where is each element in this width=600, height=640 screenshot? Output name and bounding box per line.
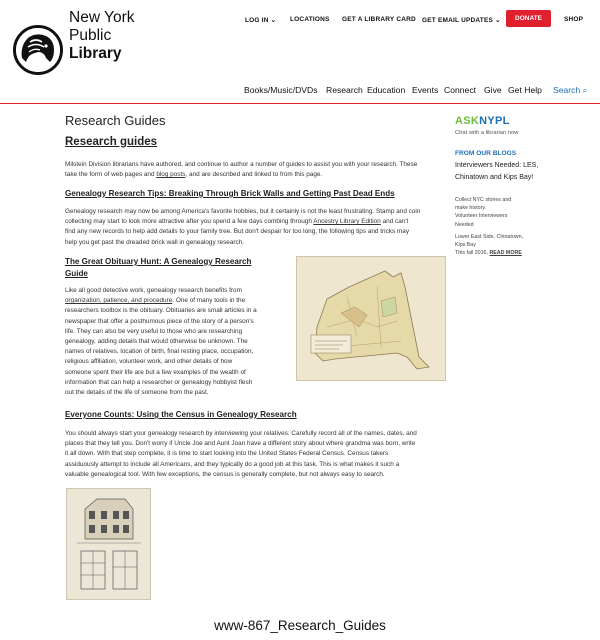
page: New York Public Library LOG IN ⌄ LOCATIO… — [0, 0, 600, 600]
nav-connect[interactable]: Connect — [444, 85, 476, 95]
screenshot-caption: www-867_Research_Guides — [214, 618, 386, 633]
search-icon: ⌕ — [580, 85, 588, 95]
chat-librarian-link[interactable]: Chat with a librarian now — [455, 130, 518, 136]
blogs-heading: FROM OUR BLOGS — [455, 150, 517, 157]
chevron-down-icon: ⌄ — [493, 17, 501, 24]
organization-link[interactable]: organization, patience, and procedure — [65, 297, 172, 304]
login-link[interactable]: LOG IN ⌄ — [245, 16, 276, 24]
obituary-paragraph: Like all good detective work, genealogy … — [65, 287, 257, 397]
genealogy-tips-link[interactable]: Genealogy Research Tips: Breaking Throug… — [65, 188, 395, 200]
shop-link[interactable]: SHOP — [564, 16, 583, 23]
genealogy-paragraph: Genealogy research may now be among Amer… — [65, 208, 421, 246]
locations-link[interactable]: LOCATIONS — [290, 16, 330, 23]
census-paragraph: You should always start your genealogy r… — [65, 430, 417, 478]
nav-search[interactable]: Search ⌕ — [553, 85, 587, 96]
ask-nypl-logo[interactable]: ASKNYPL — [455, 115, 510, 127]
nav-get-help[interactable]: Get Help — [508, 85, 542, 95]
nav-research[interactable]: Research — [326, 85, 363, 95]
lion-icon — [16, 28, 60, 72]
house-floorplan-image — [66, 488, 151, 600]
nypl-lion-logo[interactable] — [13, 25, 63, 75]
brand-line-2: Public — [69, 27, 112, 44]
nav-education[interactable]: Education — [367, 85, 405, 95]
read-more-link[interactable]: READ MORE — [489, 250, 521, 256]
obituary-guide-link[interactable]: The Great Obituary Hunt: A Genealogy Res… — [65, 256, 290, 280]
ancestry-library-link[interactable]: Ancestry Library Edition — [313, 218, 381, 225]
census-guide-link[interactable]: Everyone Counts: Using the Census in Gen… — [65, 409, 297, 421]
donate-button[interactable]: DONATE — [506, 10, 551, 27]
nav-give[interactable]: Give — [484, 85, 502, 95]
blog-excerpt: Collect NYC stories and make history. Vo… — [455, 197, 512, 228]
blog-posts-link[interactable]: blog posts — [156, 171, 185, 178]
building-icon — [67, 489, 150, 599]
section-title: Research guides — [65, 136, 158, 148]
library-card-link[interactable]: GET A LIBRARY CARD — [342, 16, 416, 23]
intro-paragraph: Milstein Division librarians have author… — [65, 161, 418, 179]
map-icon — [297, 257, 445, 380]
brand-wordmark[interactable]: New York Public Library — [69, 9, 134, 63]
header-divider — [0, 103, 600, 104]
page-title: Research Guides — [65, 113, 166, 128]
chevron-down-icon: ⌄ — [268, 17, 277, 24]
nav-events[interactable]: Events — [412, 85, 438, 95]
nav-books-music-dvds[interactable]: Books/Music/DVDs — [244, 85, 318, 95]
brand-line-3: Library — [69, 45, 122, 62]
brand-line-1: New York — [69, 9, 135, 26]
main-nav: Books/Music/DVDs Research Education Even… — [0, 85, 600, 99]
blog-excerpt-2: Lower East Side, Chinatown, Kips Bay Thi… — [455, 234, 524, 257]
blog-title-link[interactable]: Interviewers Needed: LES, Chinatown and … — [455, 160, 555, 183]
email-updates-link[interactable]: GET EMAIL UPDATES ⌄ — [422, 16, 501, 24]
new-york-state-map-image — [296, 256, 446, 381]
